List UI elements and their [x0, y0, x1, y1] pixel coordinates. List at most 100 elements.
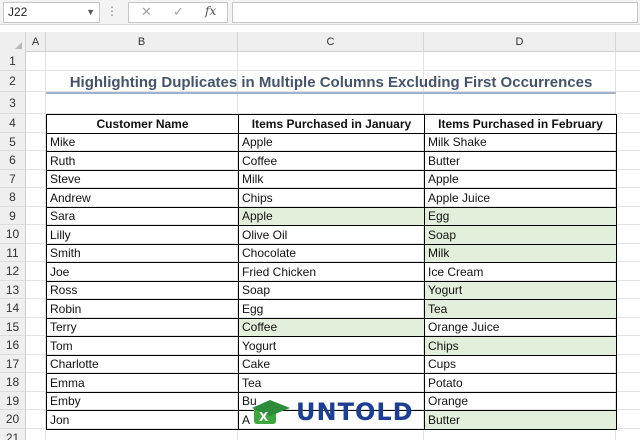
- cell-february-item[interactable]: Orange Juice: [424, 317, 617, 337]
- table-row: Lilly Olive Oil Soap: [46, 225, 617, 245]
- cell-january-item[interactable]: Olive Oil: [238, 225, 425, 245]
- cell-customer-name[interactable]: Lilly: [46, 225, 239, 245]
- row-header[interactable]: 5: [0, 132, 26, 151]
- svg-text:X: X: [259, 410, 269, 424]
- cell-january-item[interactable]: Apple: [238, 132, 425, 152]
- cell-january-item[interactable]: Cake: [238, 354, 425, 374]
- name-box-value: J22: [8, 5, 28, 19]
- cancel-icon[interactable]: ✕: [141, 4, 152, 20]
- cell-january-item[interactable]: Egg: [238, 299, 425, 319]
- cell-customer-name[interactable]: Jon: [46, 410, 239, 430]
- table-row: Terry Coffee Orange Juice: [46, 317, 617, 337]
- more-icon[interactable]: ⋮: [106, 4, 118, 18]
- table-row: Andrew Chips Apple Juice: [46, 188, 617, 208]
- row-header[interactable]: 3: [0, 92, 26, 114]
- row-header[interactable]: 15: [0, 317, 26, 336]
- cell-customer-name[interactable]: Terry: [46, 317, 239, 337]
- data-table: Customer Name Items Purchased in January…: [46, 114, 617, 430]
- header-customer-name[interactable]: Customer Name: [46, 114, 239, 134]
- cell-february-item[interactable]: Apple: [424, 169, 617, 189]
- table-row: Robin Egg Tea: [46, 299, 617, 319]
- row-header[interactable]: 1: [0, 52, 26, 71]
- row-header[interactable]: 19: [0, 391, 26, 410]
- cell-february-item[interactable]: Tea: [424, 299, 617, 319]
- cell-february-item[interactable]: Potato: [424, 373, 617, 393]
- formula-input[interactable]: [232, 2, 638, 23]
- row-header[interactable]: 12: [0, 262, 26, 281]
- row-header[interactable]: 11: [0, 243, 26, 262]
- cell-february-item[interactable]: Chips: [424, 336, 617, 356]
- name-box[interactable]: J22 ▼: [3, 2, 100, 23]
- untold-logo-text: UNTOLD: [296, 398, 414, 426]
- cell-customer-name[interactable]: Tom: [46, 336, 239, 356]
- cell-january-item[interactable]: Fried Chicken: [238, 262, 425, 282]
- chevron-down-icon[interactable]: ▼: [86, 3, 95, 22]
- row-header[interactable]: 20: [0, 410, 26, 429]
- cell-customer-name[interactable]: Emma: [46, 373, 239, 393]
- row-gridline: [26, 70, 640, 71]
- table-row: Mike Apple Milk Shake: [46, 132, 617, 152]
- cell-customer-name[interactable]: Steve: [46, 169, 239, 189]
- cell-january-item[interactable]: Apple: [238, 206, 425, 226]
- cell-february-item[interactable]: Ice Cream: [424, 262, 617, 282]
- cell-january-item[interactable]: Coffee: [238, 317, 425, 337]
- insert-function-icon[interactable]: fx: [205, 4, 216, 18]
- column-header-c[interactable]: C: [238, 32, 424, 52]
- cell-customer-name[interactable]: Ross: [46, 280, 239, 300]
- table-row: Ruth Coffee Butter: [46, 151, 617, 171]
- row-header[interactable]: 13: [0, 280, 26, 299]
- cell-february-item[interactable]: Soap: [424, 225, 617, 245]
- column-header-next[interactable]: [616, 32, 640, 52]
- cell-january-item[interactable]: Chips: [238, 188, 425, 208]
- enter-icon[interactable]: ✓: [173, 4, 184, 20]
- cell-february-item[interactable]: Butter: [424, 151, 617, 171]
- row-header[interactable]: 9: [0, 206, 26, 225]
- cell-january-item[interactable]: Milk: [238, 169, 425, 189]
- column-header-b[interactable]: B: [46, 32, 238, 52]
- cell-january-item[interactable]: Soap: [238, 280, 425, 300]
- cell-january-item[interactable]: Coffee: [238, 151, 425, 171]
- cell-customer-name[interactable]: Charlotte: [46, 354, 239, 374]
- row-header[interactable]: 2: [0, 71, 26, 92]
- select-all-corner[interactable]: [0, 32, 26, 52]
- cell-customer-name[interactable]: Sara: [46, 206, 239, 226]
- cell-january-item[interactable]: Tea: [238, 373, 425, 393]
- cell-february-item[interactable]: Apple Juice: [424, 188, 617, 208]
- row-header[interactable]: 7: [0, 169, 26, 188]
- formula-bar: J22 ▼ ⋮ ✕ ✓ fx: [0, 0, 640, 25]
- table-header-row: Customer Name Items Purchased in January…: [46, 114, 617, 134]
- table-row: Steve Milk Apple: [46, 169, 617, 189]
- cell-customer-name[interactable]: Joe: [46, 262, 239, 282]
- table-row: Sara Apple Egg: [46, 206, 617, 226]
- cell-customer-name[interactable]: Andrew: [46, 188, 239, 208]
- row-header[interactable]: 16: [0, 336, 26, 355]
- cell-customer-name[interactable]: Emby: [46, 391, 239, 411]
- cell-february-item[interactable]: Milk Shake: [424, 132, 617, 152]
- cell-customer-name[interactable]: Mike: [46, 132, 239, 152]
- cell-february-item[interactable]: Milk: [424, 243, 617, 263]
- row-header[interactable]: 21: [0, 428, 26, 440]
- cell-february-item[interactable]: Yogurt: [424, 280, 617, 300]
- row-header[interactable]: 17: [0, 354, 26, 373]
- row-header[interactable]: 4: [0, 114, 26, 133]
- cell-february-item[interactable]: Orange: [424, 391, 617, 411]
- cell-january-item[interactable]: Yogurt: [238, 336, 425, 356]
- cell-january-item[interactable]: Chocolate: [238, 243, 425, 263]
- cell-february-item[interactable]: Cups: [424, 354, 617, 374]
- row-header[interactable]: 10: [0, 225, 26, 244]
- column-header-d[interactable]: D: [424, 32, 616, 52]
- row-header[interactable]: 18: [0, 373, 26, 392]
- title-underline: [46, 92, 616, 94]
- cell-february-item[interactable]: Butter: [424, 410, 617, 430]
- cell-customer-name[interactable]: Ruth: [46, 151, 239, 171]
- column-header-a[interactable]: A: [26, 32, 46, 52]
- cell-customer-name[interactable]: Smith: [46, 243, 239, 263]
- header-items-february[interactable]: Items Purchased in February: [424, 114, 617, 134]
- row-header[interactable]: 6: [0, 151, 26, 170]
- row-header[interactable]: 8: [0, 188, 26, 207]
- header-items-january[interactable]: Items Purchased in January: [238, 114, 425, 134]
- cell-customer-name[interactable]: Robin: [46, 299, 239, 319]
- cell-february-item[interactable]: Egg: [424, 206, 617, 226]
- column-headers: A B C D: [0, 32, 640, 52]
- row-header[interactable]: 14: [0, 299, 26, 318]
